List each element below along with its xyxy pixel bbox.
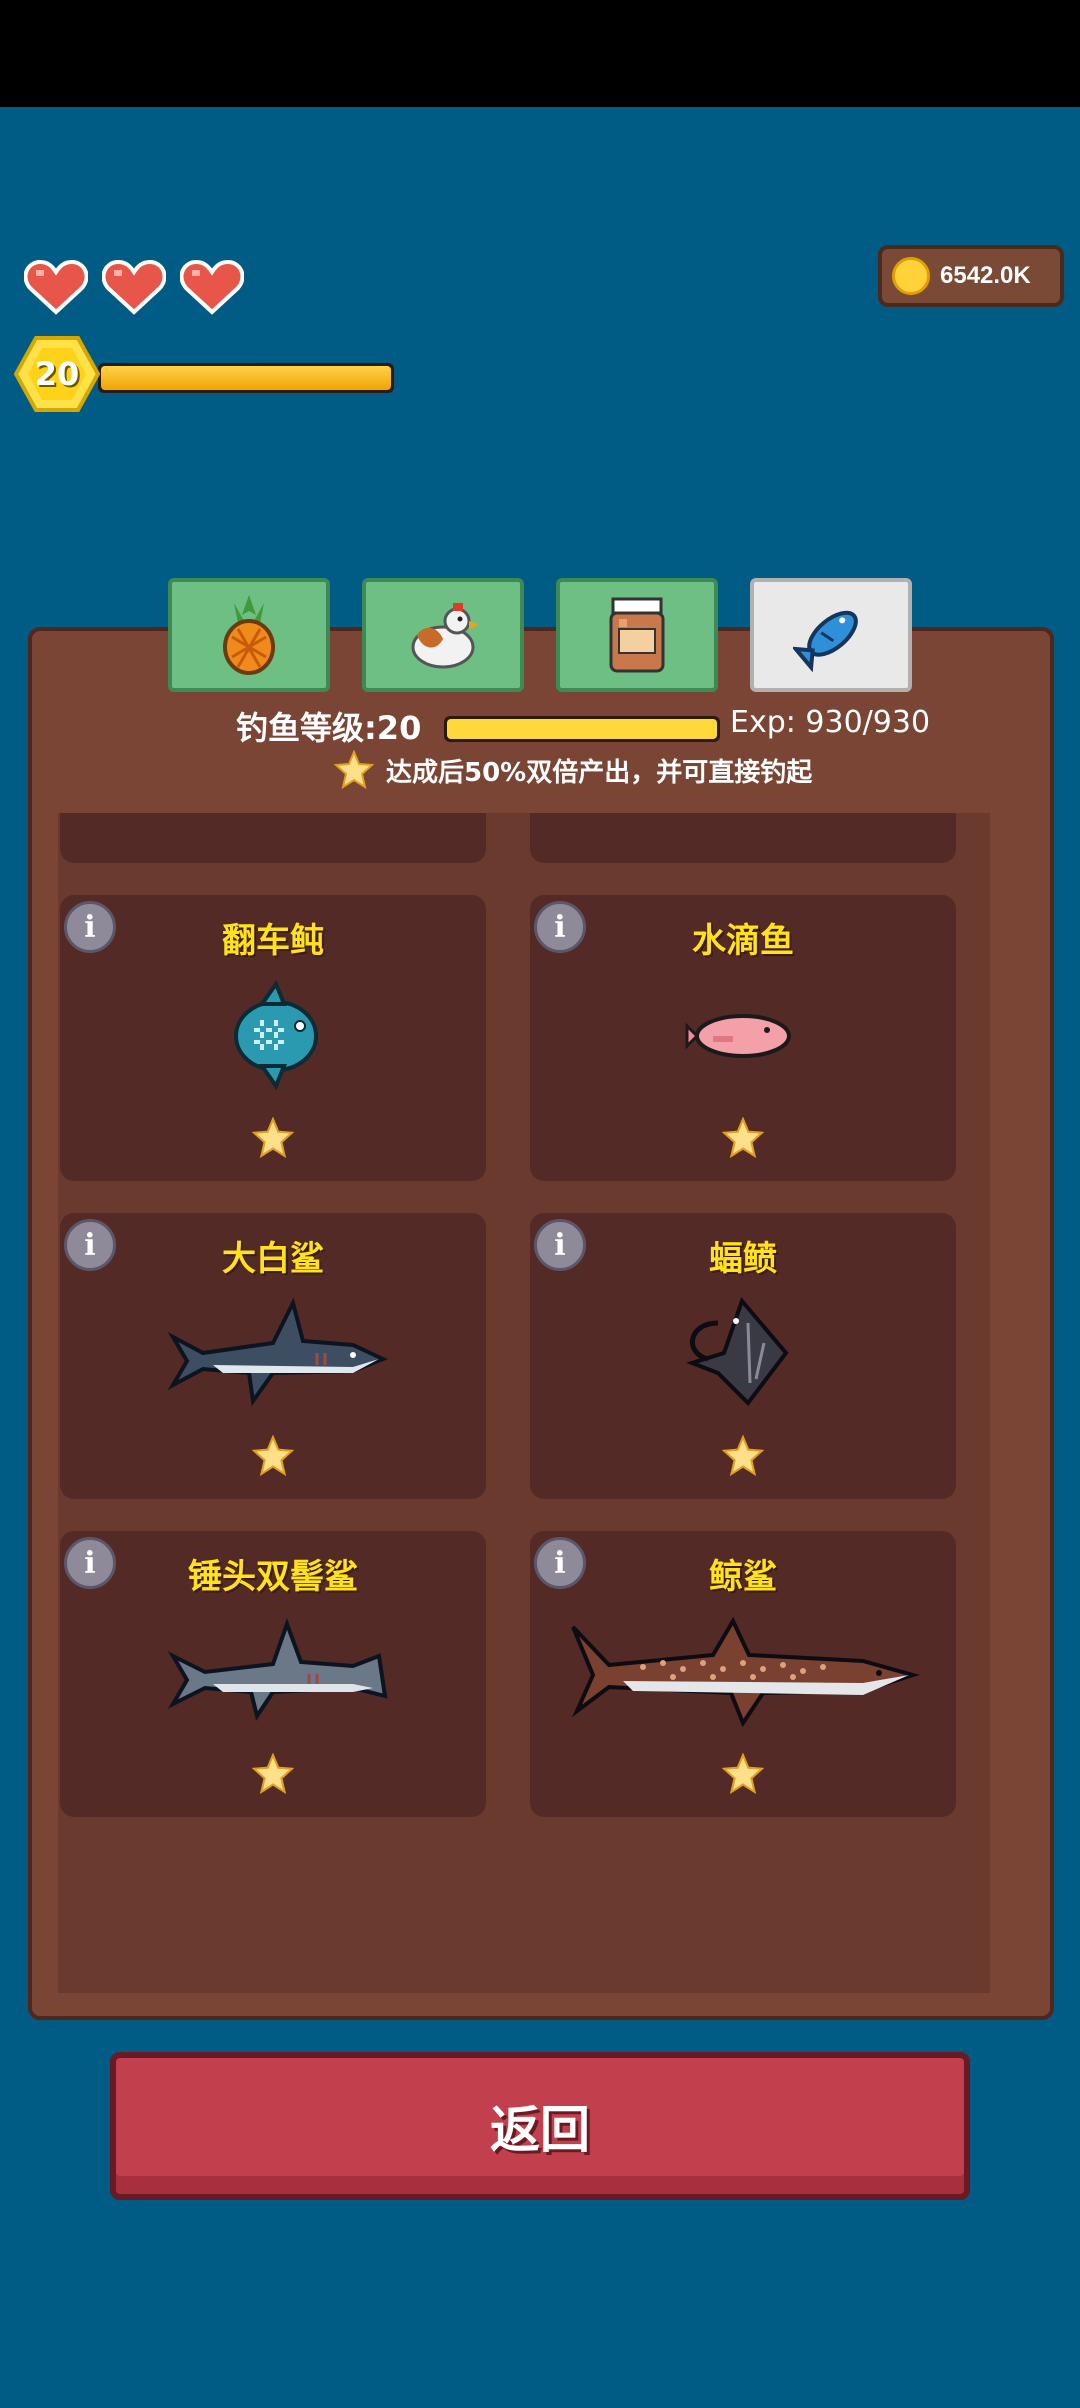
fish-card[interactable]: i大马哈鱼23/30 [60,813,486,863]
coin-icon [892,257,930,295]
fish-card[interactable]: i 翻车鲀 [60,895,486,1181]
fish-icon [793,610,858,673]
hammerhead-shark-icon [153,1616,393,1730]
fish-name: 大白鲨 [222,1239,324,1279]
chicken-icon [411,603,479,669]
heart-icon [102,259,166,315]
fish-name: 锤头双髻鲨 [188,1557,358,1597]
fish-card[interactable]: i 大白鲨 [60,1213,486,1499]
coin-amount: 6542.0K [940,262,1031,289]
star-icon [251,1434,295,1481]
star-icon [251,1752,295,1799]
great-white-shark-icon [153,1293,393,1417]
tab-animals[interactable] [362,578,524,692]
star-icon [721,1752,765,1799]
blobfish-icon [683,1000,803,1074]
manta-ray-icon [678,1293,808,1417]
fish-name: 翻车鲀 [222,921,324,961]
back-button-label: 返回 [490,2101,590,2159]
player-xp-bar [98,363,394,393]
jar-icon [609,597,665,673]
fish-card[interactable]: i 鲸鲨 [530,1531,956,1817]
fish-card[interactable]: i 水滴鱼 [530,895,956,1181]
fishing-level-label: 钓鱼等级:20 [236,709,422,747]
player-level-badge: 20 [13,334,101,414]
tab-fishing[interactable] [750,578,912,692]
fishing-level-row: 钓鱼等级:20 Exp: 930/930 [0,703,1080,753]
heart-icon [24,259,88,315]
fish-card[interactable]: i 蝠鲼 [530,1213,956,1499]
tab-products[interactable] [556,578,718,692]
heart-icon [180,259,244,315]
fish-name: 蝠鲼 [709,1239,777,1279]
sunfish-icon [218,979,328,1094]
fish-card[interactable]: i 锤头双髻鲨 [60,1531,486,1817]
star-icon [251,1116,295,1163]
lives [24,258,244,316]
fishing-exp-label: Exp: 930/930 [730,705,931,740]
fish-card[interactable]: i鲻鲹鱼26/30 [530,813,956,863]
bonus-note: 达成后50%双倍产出，并可直接钓起 [334,750,812,790]
fish-name: 水滴鱼 [692,921,794,961]
whale-shark-icon [563,1611,923,1735]
fishing-exp-bar [444,716,720,742]
star-icon [334,750,374,790]
pineapple-icon [223,595,275,675]
player-xp-fill [101,366,391,390]
coin-counter[interactable]: 6542.0K [878,245,1064,307]
player-level: 20 [34,355,80,393]
fishing-exp-fill [447,719,717,739]
tab-crops[interactable] [168,578,330,692]
back-button[interactable]: 返回 [110,2052,970,2200]
star-icon [721,1116,765,1163]
fish-list[interactable]: i大马哈鱼23/30 i鲻鲹鱼26/30 i翻车鲀i水滴鱼i大白鲨i蝠鲼i锤头双髻鲨… [58,813,990,1993]
bonus-text: 达成后50%双倍产出，并可直接钓起 [386,757,813,788]
star-icon [721,1434,765,1481]
fish-name: 鲸鲨 [709,1557,777,1597]
status-bar [0,0,1080,107]
